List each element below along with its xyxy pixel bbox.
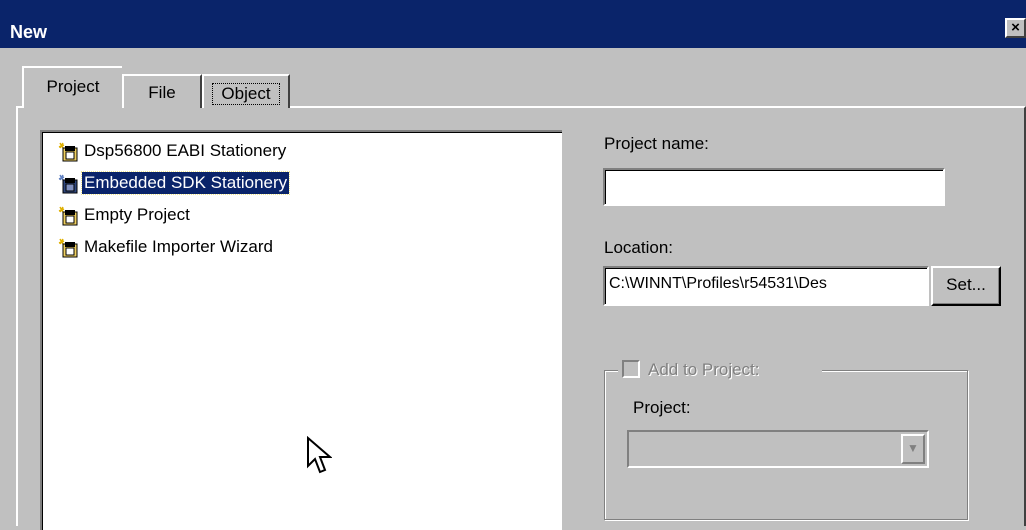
stationery-icon	[58, 142, 78, 162]
close-icon: ×	[1011, 19, 1020, 36]
tab-object-label: Object	[212, 83, 280, 105]
location-label: Location:	[604, 238, 673, 257]
stationery-list[interactable]: Dsp56800 EABI Stationery Embedded SDK St…	[40, 130, 562, 530]
tab-file[interactable]: File	[122, 74, 202, 108]
set-location-button[interactable]: Set...	[931, 266, 1001, 306]
list-item-label: Embedded SDK Stationery	[80, 171, 291, 195]
stationery-icon	[58, 174, 78, 194]
add-to-project-legend: Add to Project:	[618, 358, 822, 382]
wizard-icon	[58, 238, 78, 258]
mouse-pointer-icon	[307, 436, 332, 474]
chevron-down-icon[interactable]: ▼	[901, 434, 925, 464]
list-item-label: Makefile Importer Wizard	[84, 237, 273, 256]
tab-file-label: File	[148, 83, 176, 102]
window-title: New	[10, 22, 48, 42]
close-button[interactable]: ×	[1005, 18, 1026, 38]
project-select[interactable]: ▼	[627, 430, 929, 468]
add-to-project-checkbox[interactable]	[622, 360, 640, 378]
tab-object[interactable]: Object	[202, 74, 290, 108]
tab-project[interactable]: Project	[22, 66, 122, 108]
project-name-input[interactable]	[603, 168, 945, 206]
project-select-label: Project:	[633, 398, 691, 417]
list-item-label: Empty Project	[84, 205, 190, 224]
stationery-icon	[58, 206, 78, 226]
title-bar: New ×	[0, 0, 1026, 48]
project-name-label: Project name:	[604, 134, 709, 153]
add-to-project-label: Add to Project:	[648, 360, 760, 379]
tab-project-label: Project	[46, 77, 100, 96]
list-item-label: Dsp56800 EABI Stationery	[84, 141, 287, 160]
location-input[interactable]: C:\WINNT\Profiles\r54531\Des	[603, 266, 929, 306]
